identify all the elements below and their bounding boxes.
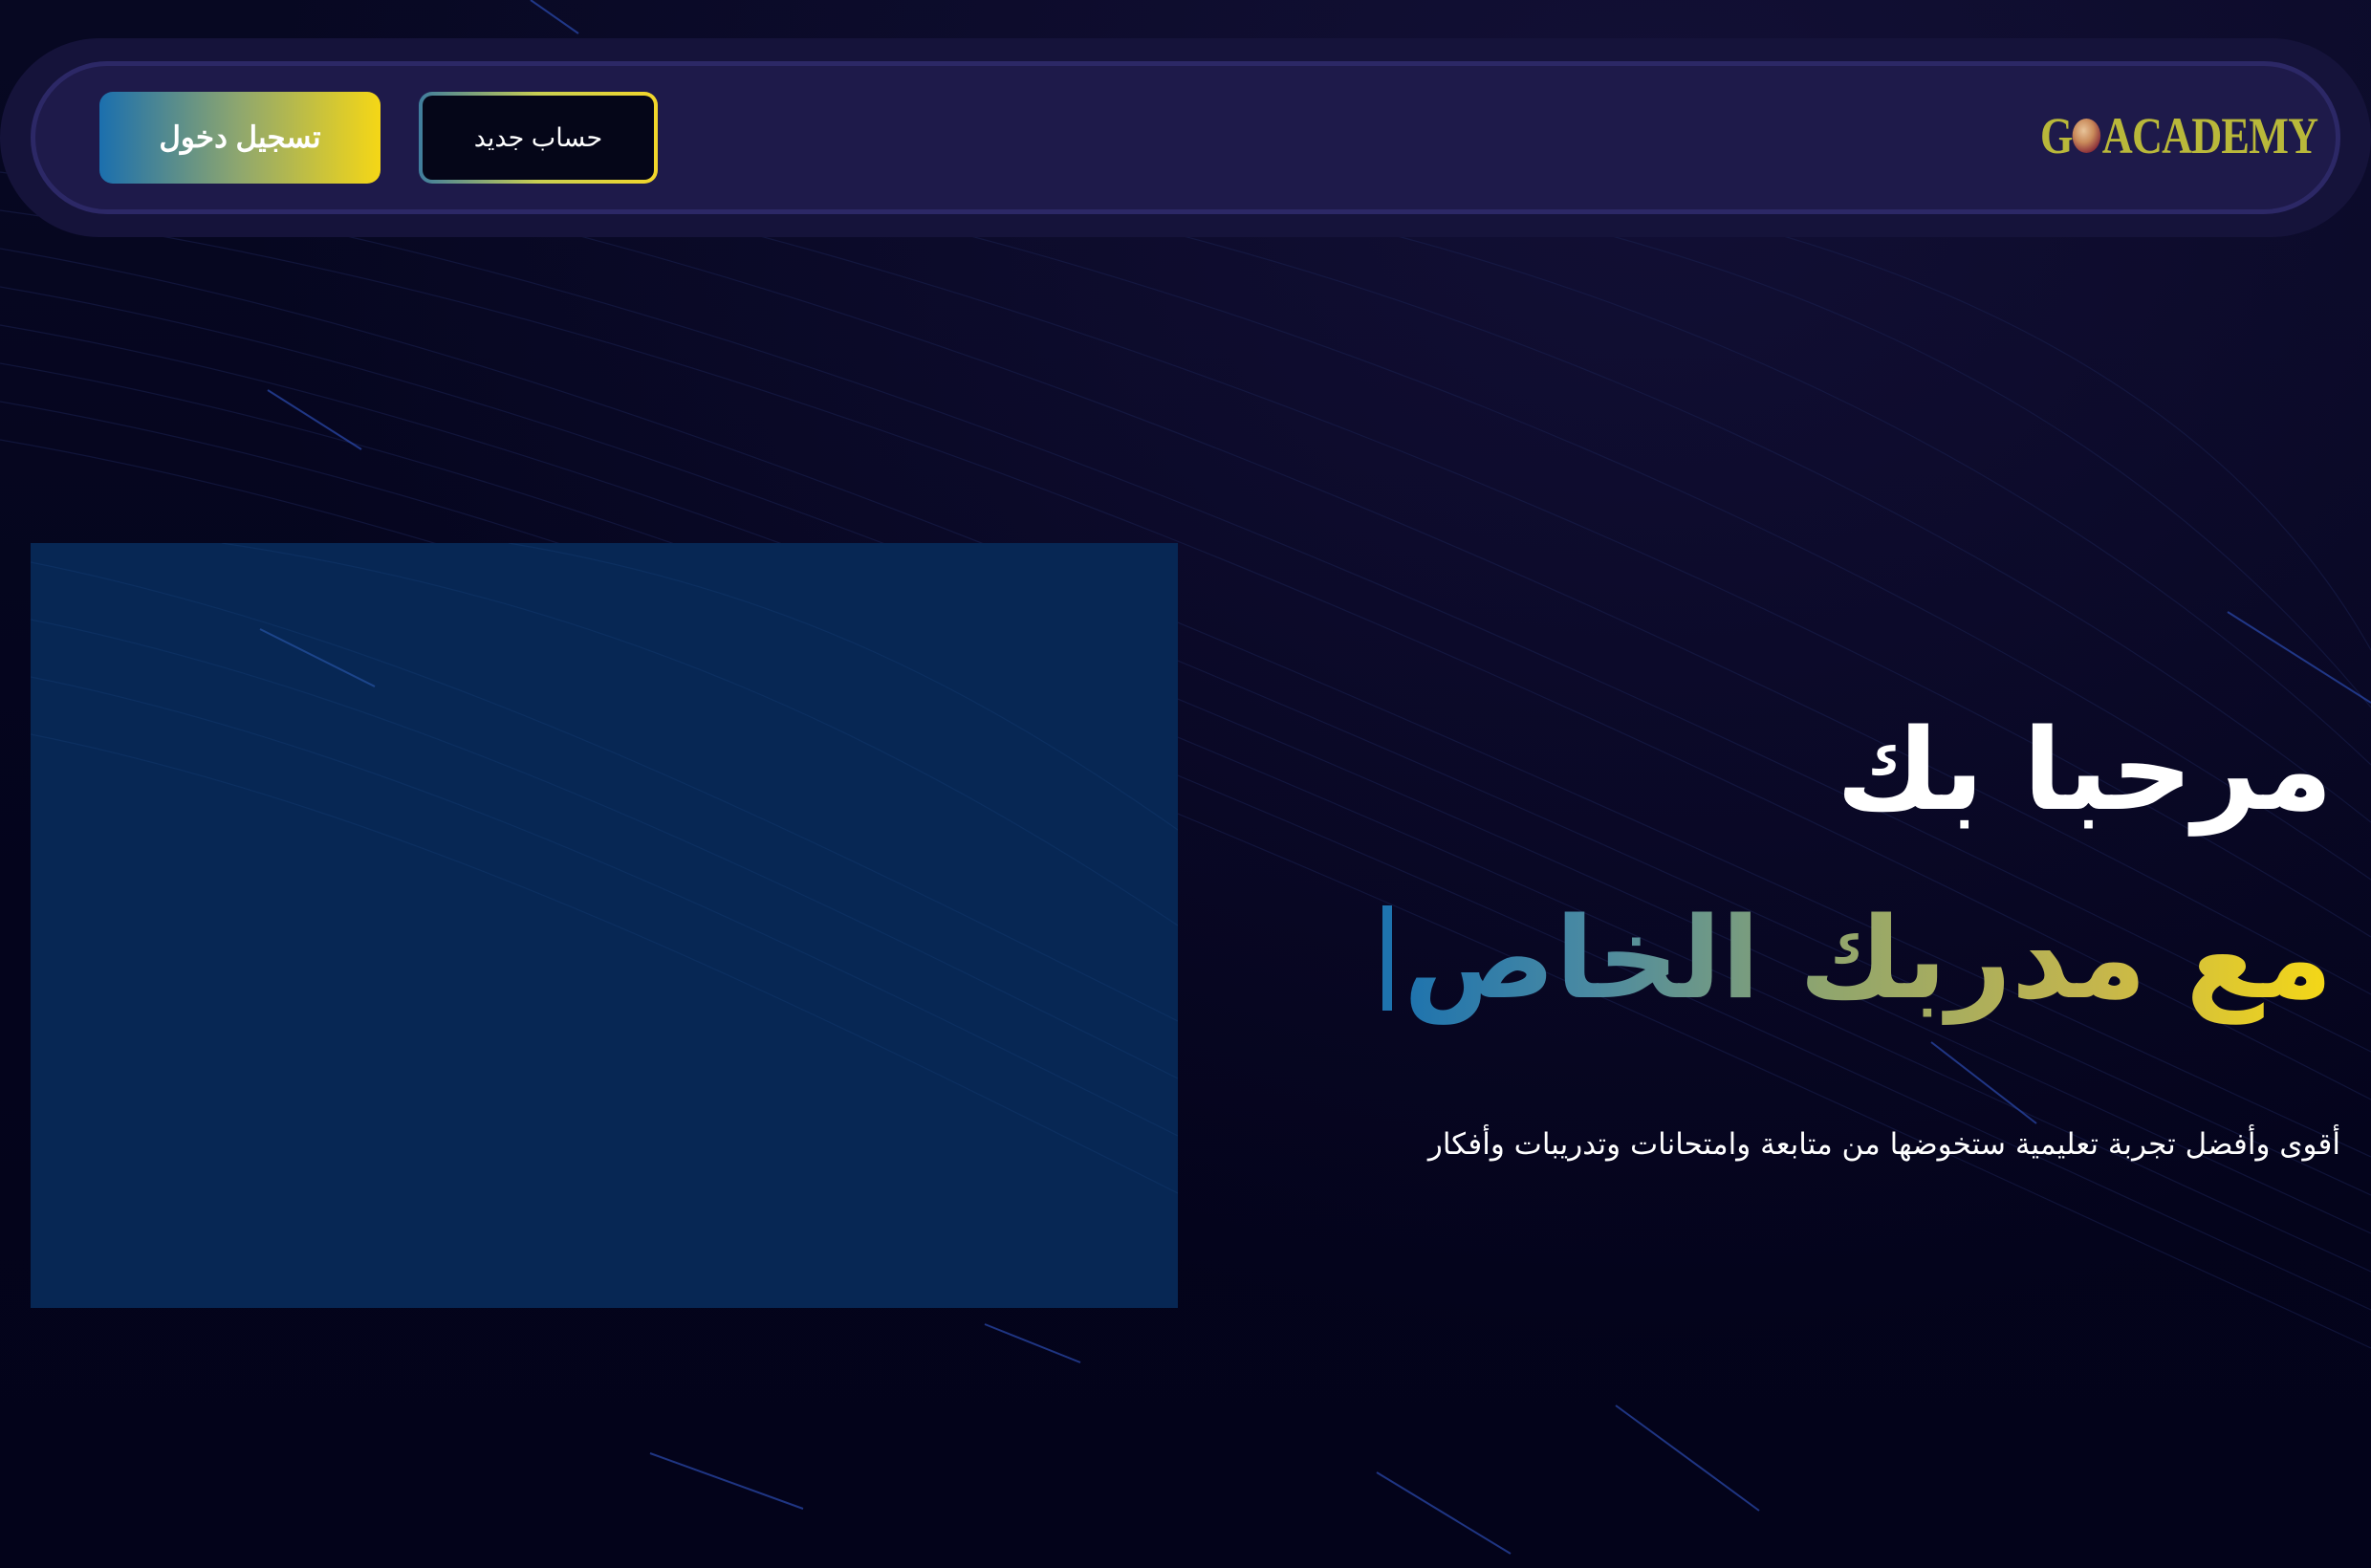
login-button[interactable]: تسجيل دخول (99, 92, 381, 184)
typing-cursor (1381, 905, 1392, 1011)
soccer-ball-icon (2072, 119, 2101, 153)
hero-subtitle: مع مدربك الخاص (1381, 882, 2333, 1034)
hero-subtitle-text: مع مدربك الخاص (1403, 882, 2333, 1034)
site-logo[interactable]: G ACADEMY (2040, 105, 2318, 166)
landing-page: تسجيل دخول حساب جديد G ACADEMY مرحبا بك … (0, 0, 2371, 1568)
media-pattern (31, 543, 1178, 1194)
register-button[interactable]: حساب جديد (419, 92, 658, 184)
hero-description: أقوى وأفضل تجربة تعليمية ستخوضها من متاب… (1427, 1127, 2340, 1162)
logo-letter-g: G (2040, 107, 2073, 164)
hero-title: مرحبا بك (1836, 704, 2333, 836)
hero-media-placeholder (31, 543, 1178, 1308)
logo-text: ACADEMY (2101, 107, 2318, 164)
